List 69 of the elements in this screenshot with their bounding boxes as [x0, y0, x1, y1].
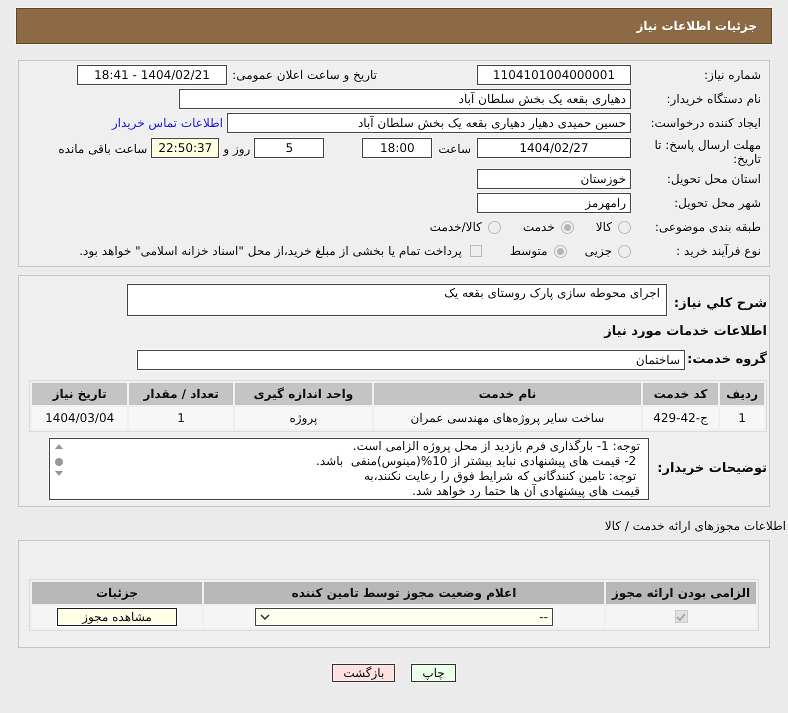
print-button[interactable]: چاپ: [411, 664, 456, 682]
deadline-date-field: 1404/02/27: [477, 138, 631, 158]
section-heading: اطلاعات مجوزهای ارائه خدمت / کالا: [604, 518, 787, 534]
table-cell: 1: [720, 406, 764, 428]
checkbox[interactable]: [470, 245, 482, 257]
column-header: اعلام وضعیت مجوز توسط تامین کننده: [204, 582, 604, 604]
checkbox-label: پرداخت تمام یا بخشی از مبلغ خرید،از محل "اسناد خزانه اسلامی" خواهد بود.: [79, 243, 462, 260]
description-textarea[interactable]: اجرای محوطه سازی پارک روستای بقعه یک: [127, 284, 667, 316]
field-label: مهلت ارسال پاسخ: تا تاریخ:: [653, 138, 761, 166]
need-number-field: 1104101004000001: [477, 65, 631, 85]
table-cell: پروژه: [234, 406, 372, 428]
table-cell: 1404/03/04: [32, 406, 128, 428]
field-label: توضیحات خریدار:: [656, 460, 767, 478]
back-button[interactable]: بازگشت: [332, 664, 396, 682]
remaining-time-field: 22:50:37: [151, 138, 220, 158]
column-header: تاریخ نیاز: [32, 382, 128, 404]
remaining-label: ساعت باقی مانده: [58, 141, 148, 158]
note-line: قیمت های پیشنهادی آن ها حتما رد خواهد شد.: [411, 484, 640, 498]
view-permit-button[interactable]: مشاهده مجوز: [57, 608, 177, 626]
days-field: 5: [254, 138, 324, 158]
field-label: نام دستگاه خریدار:: [666, 91, 761, 108]
column-header: الزامی بودن ارائه مجوز: [606, 582, 756, 604]
checkbox[interactable]: [674, 610, 688, 623]
column-header: نام خدمت: [374, 382, 641, 404]
field-label: استان محل تحویل:: [666, 171, 761, 188]
field-label: گروه خدمت:: [686, 350, 767, 369]
chevron-down-icon: [260, 612, 270, 620]
field-label: طبقه بندی موضوعی:: [654, 219, 761, 236]
deadline-time-field: 18:00: [362, 138, 432, 158]
radio-label: متوسط: [510, 243, 548, 260]
field-label: تاریخ و ساعت اعلان عمومی:: [231, 67, 377, 84]
announce-date-field: 1404/02/21 - 18:41: [77, 65, 227, 85]
field-label: شماره نیاز:: [703, 67, 761, 84]
field-label: شهر محل تحویل:: [673, 195, 761, 212]
province-field: خوزستان: [477, 169, 631, 189]
radio-button[interactable]: [488, 220, 501, 234]
section-heading: اطلاعات خدمات مورد نیاز: [602, 323, 768, 341]
column-header: واحد اندازه گیری: [234, 382, 372, 404]
radio-label: کالا: [596, 219, 612, 236]
notes-textarea[interactable]: [49, 438, 649, 500]
column-header: تعداد / مقدار: [129, 382, 233, 404]
page-title: جزئیات اطلاعات نیاز: [636, 18, 757, 35]
radio-button[interactable]: [560, 220, 574, 234]
note-line: 2- قیمت های پیشنهادی نباید بیشتر از 10%(مینوس)منفی باشد.: [315, 454, 638, 468]
radio-label: کالا/خدمت: [430, 219, 482, 236]
buyer-field: دهیاری بقعه یک بخش سلطان آباد: [179, 89, 631, 109]
radio-button[interactable]: [618, 220, 631, 234]
days-label: روز و: [223, 141, 250, 158]
radio-button[interactable]: [618, 244, 631, 258]
radio-button[interactable]: [554, 244, 567, 258]
table-cell: ساخت سایر پروژه‌های مهندسی عمران: [374, 406, 641, 428]
field-label: شرح کلي نیاز:: [672, 295, 767, 313]
note-line: توجه: 1- بارگذاری فرم بازدید از محل پروژه الزامی است.: [352, 438, 640, 454]
requester-field: حسین حمیدی دهیار دهیاری بقعه یک بخش سلطان آباد: [227, 113, 631, 133]
column-header: ردیف: [720, 382, 764, 404]
table-cell: ج-42-429: [642, 406, 718, 428]
time-label: ساعت: [438, 141, 471, 158]
field-label: ایجاد کننده درخواست:: [649, 115, 761, 132]
column-header: کد خدمت: [642, 382, 718, 404]
column-header: جزئیات: [32, 582, 202, 604]
note-line: توجه: تامین کنندگانی که شرایط فوق را رعایت نکنند،به: [362, 468, 638, 484]
status-dropdown[interactable]: --: [255, 608, 553, 626]
service-group-field: ساختمان: [137, 350, 685, 370]
field-label: نوع فرآیند خرید :: [675, 243, 761, 260]
radio-label: جزیی: [584, 243, 612, 260]
city-field: رامهرمز: [477, 193, 631, 213]
table-cell: 1: [129, 406, 233, 428]
contact-link[interactable]: اطلاعات تماس خریدار: [112, 114, 223, 132]
radio-label: خدمت: [522, 219, 555, 236]
